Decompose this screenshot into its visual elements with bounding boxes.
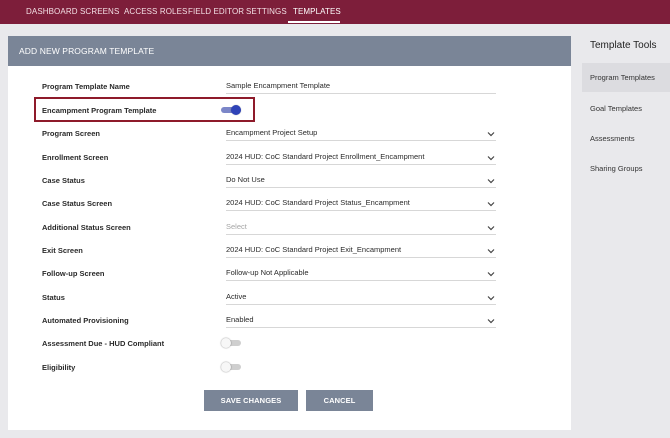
nav-dashboard[interactable]: DASHBOARD <box>26 7 78 16</box>
label-enrollment-screen: Enrollment Screen <box>42 153 109 162</box>
label-exit-screen: Exit Screen <box>42 246 83 255</box>
sidebar-title: Template Tools <box>590 40 657 51</box>
chevron-down-icon[interactable] <box>486 199 496 209</box>
chevron-down-icon[interactable] <box>486 153 496 163</box>
field-underline <box>226 257 496 258</box>
sidebar-item-assessments[interactable]: Assessments <box>582 124 670 153</box>
sidebar-item-sharing-groups[interactable]: Sharing Groups <box>582 154 670 183</box>
field-underline <box>226 327 496 328</box>
sidebar-item-label: Goal Templates <box>590 104 642 113</box>
exit-screen-select[interactable]: 2024 HUD: CoC Standard Project Exit_Enca… <box>226 245 401 254</box>
sidebar-item-program-templates[interactable]: Program Templates <box>582 63 670 92</box>
field-underline <box>226 93 496 94</box>
chevron-down-icon[interactable] <box>486 293 496 303</box>
field-underline <box>226 210 496 211</box>
label-case-status-screen: Case Status Screen <box>42 199 113 208</box>
chevron-down-icon[interactable] <box>486 269 496 279</box>
chevron-down-icon[interactable] <box>486 223 496 233</box>
label-assessment-due-hud-compliant: Assessment Due - HUD Compliant <box>42 339 165 348</box>
sidebar-item-label: Sharing Groups <box>590 164 643 173</box>
panel-title: ADD NEW PROGRAM TEMPLATE <box>19 46 155 56</box>
save-changes-button[interactable]: SAVE CHANGES <box>204 390 298 411</box>
case-status-screen-select[interactable]: 2024 HUD: CoC Standard Project Status_En… <box>226 198 410 207</box>
nav-access-roles[interactable]: ACCESS ROLES <box>124 7 187 16</box>
follow-up-screen-select[interactable]: Follow-up Not Applicable <box>226 268 309 277</box>
label-encampment-program-template: Encampment Program Template <box>42 106 157 115</box>
sidebar-item-label: Assessments <box>590 134 635 143</box>
template-tools-sidebar: Template Tools Program Templates Goal Te… <box>571 36 670 438</box>
sidebar-item-goal-templates[interactable]: Goal Templates <box>582 94 670 123</box>
label-automated-provisioning: Automated Provisioning <box>42 316 129 325</box>
encampment-program-template-toggle[interactable] <box>221 105 241 115</box>
nav-screens[interactable]: SCREENS <box>80 7 119 16</box>
case-status-select[interactable]: Do Not Use <box>226 175 265 184</box>
program-screen-select[interactable]: Encampment Project Setup <box>226 128 317 137</box>
field-underline <box>226 304 496 305</box>
field-underline <box>226 280 496 281</box>
toggle-knob <box>221 338 231 348</box>
enrollment-screen-select[interactable]: 2024 HUD: CoC Standard Project Enrollmen… <box>226 152 424 161</box>
field-underline <box>226 140 496 141</box>
label-program-template-name: Program Template Name <box>42 82 130 91</box>
automated-provisioning-select[interactable]: Enabled <box>226 315 254 324</box>
toggle-knob <box>221 362 231 372</box>
cancel-button[interactable]: CANCEL <box>306 390 373 411</box>
chevron-down-icon[interactable] <box>486 316 496 326</box>
label-eligibility: Eligibility <box>42 363 76 372</box>
field-underline <box>226 187 496 188</box>
program-template-name-input[interactable]: Sample Encampment Template <box>226 81 330 90</box>
chevron-down-icon[interactable] <box>486 246 496 256</box>
template-form-panel: ADD NEW PROGRAM TEMPLATE Program Templat… <box>8 36 571 430</box>
nav-templates[interactable]: TEMPLATES <box>293 7 341 16</box>
sidebar-item-label: Program Templates <box>590 73 655 82</box>
chevron-down-icon[interactable] <box>486 129 496 139</box>
label-follow-up-screen: Follow-up Screen <box>42 269 105 278</box>
status-select[interactable]: Active <box>226 292 246 301</box>
label-case-status: Case Status <box>42 176 85 185</box>
top-nav-bar: DASHBOARD SCREENS ACCESS ROLES FIELD EDI… <box>0 0 670 24</box>
eligibility-toggle[interactable] <box>221 362 241 372</box>
panel-header: ADD NEW PROGRAM TEMPLATE <box>8 36 571 66</box>
nav-active-indicator <box>288 21 340 23</box>
label-status: Status <box>42 293 65 302</box>
label-program-screen: Program Screen <box>42 129 100 138</box>
nav-field-editor[interactable]: FIELD EDITOR <box>188 7 244 16</box>
field-underline <box>226 164 496 165</box>
label-additional-status-screen: Additional Status Screen <box>42 223 131 232</box>
nav-settings[interactable]: SETTINGS <box>246 7 287 16</box>
additional-status-screen-select[interactable]: Select <box>226 222 247 231</box>
assessment-due-hud-compliant-toggle[interactable] <box>221 338 241 348</box>
field-underline <box>226 234 496 235</box>
toggle-knob <box>231 105 241 115</box>
chevron-down-icon[interactable] <box>486 176 496 186</box>
